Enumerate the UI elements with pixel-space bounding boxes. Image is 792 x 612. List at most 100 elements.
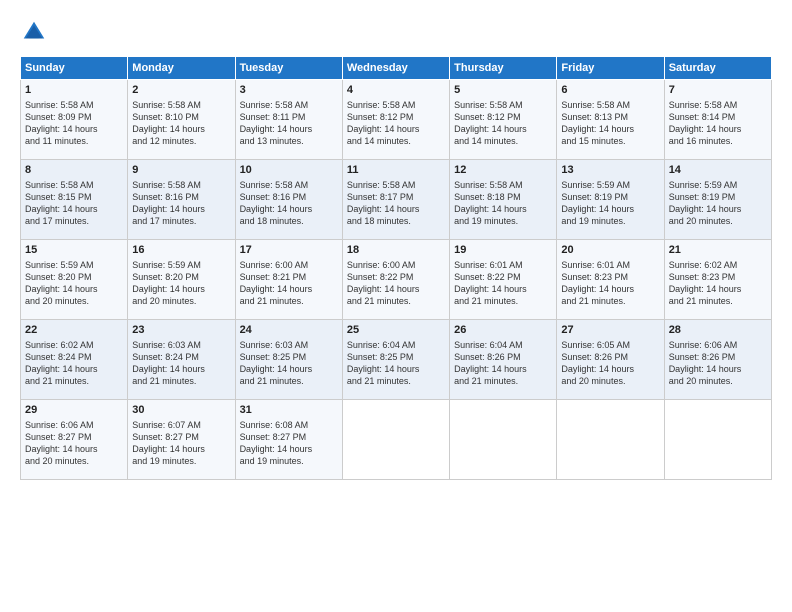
day-cell-11: 11Sunrise: 5:58 AMSunset: 8:17 PMDayligh… xyxy=(342,160,449,240)
day-info-line: Sunset: 8:10 PM xyxy=(132,111,230,123)
day-info-line: Sunset: 8:12 PM xyxy=(454,111,552,123)
day-info-line: Sunset: 8:26 PM xyxy=(669,351,767,363)
day-info-line: Sunrise: 6:01 AM xyxy=(561,259,659,271)
day-cell-8: 8Sunrise: 5:58 AMSunset: 8:15 PMDaylight… xyxy=(21,160,128,240)
day-info-line: and 19 minutes. xyxy=(454,215,552,227)
day-info-line: Sunset: 8:20 PM xyxy=(25,271,123,283)
col-header-friday: Friday xyxy=(557,57,664,80)
day-info-line: Sunrise: 5:58 AM xyxy=(669,99,767,111)
day-info-line: Daylight: 14 hours xyxy=(669,123,767,135)
week-row-2: 8Sunrise: 5:58 AMSunset: 8:15 PMDaylight… xyxy=(21,160,772,240)
day-info-line: Sunset: 8:19 PM xyxy=(561,191,659,203)
day-info-line: Sunrise: 6:02 AM xyxy=(669,259,767,271)
day-info-line: and 20 minutes. xyxy=(25,455,123,467)
day-cell-16: 16Sunrise: 5:59 AMSunset: 8:20 PMDayligh… xyxy=(128,240,235,320)
day-cell-22: 22Sunrise: 6:02 AMSunset: 8:24 PMDayligh… xyxy=(21,320,128,400)
day-info-line: Sunrise: 5:58 AM xyxy=(347,99,445,111)
day-number-18: 18 xyxy=(347,243,445,258)
day-number-7: 7 xyxy=(669,83,767,98)
day-info-line: Sunrise: 6:05 AM xyxy=(561,339,659,351)
day-info-line: and 14 minutes. xyxy=(347,135,445,147)
day-info-line: and 21 minutes. xyxy=(240,295,338,307)
day-info-line: and 19 minutes. xyxy=(240,455,338,467)
day-number-14: 14 xyxy=(669,163,767,178)
day-number-22: 22 xyxy=(25,323,123,338)
day-info-line: Daylight: 14 hours xyxy=(132,443,230,455)
day-info-line: and 12 minutes. xyxy=(132,135,230,147)
day-info-line: Daylight: 14 hours xyxy=(132,283,230,295)
empty-cell xyxy=(557,400,664,480)
day-info-line: Sunset: 8:19 PM xyxy=(669,191,767,203)
day-info-line: Sunrise: 6:02 AM xyxy=(25,339,123,351)
day-info-line: Sunrise: 5:59 AM xyxy=(132,259,230,271)
day-cell-25: 25Sunrise: 6:04 AMSunset: 8:25 PMDayligh… xyxy=(342,320,449,400)
header-row: SundayMondayTuesdayWednesdayThursdayFrid… xyxy=(21,57,772,80)
day-info-line: Sunrise: 5:58 AM xyxy=(25,179,123,191)
day-number-15: 15 xyxy=(25,243,123,258)
day-info-line: and 21 minutes. xyxy=(669,295,767,307)
day-info-line: and 21 minutes. xyxy=(25,375,123,387)
day-number-25: 25 xyxy=(347,323,445,338)
day-info-line: Sunrise: 5:58 AM xyxy=(561,99,659,111)
day-info-line: Daylight: 14 hours xyxy=(454,283,552,295)
week-row-4: 22Sunrise: 6:02 AMSunset: 8:24 PMDayligh… xyxy=(21,320,772,400)
day-cell-18: 18Sunrise: 6:00 AMSunset: 8:22 PMDayligh… xyxy=(342,240,449,320)
day-info-line: Sunset: 8:18 PM xyxy=(454,191,552,203)
day-cell-24: 24Sunrise: 6:03 AMSunset: 8:25 PMDayligh… xyxy=(235,320,342,400)
week-row-1: 1Sunrise: 5:58 AMSunset: 8:09 PMDaylight… xyxy=(21,80,772,160)
day-info-line: and 21 minutes. xyxy=(132,375,230,387)
day-cell-20: 20Sunrise: 6:01 AMSunset: 8:23 PMDayligh… xyxy=(557,240,664,320)
day-info-line: and 14 minutes. xyxy=(454,135,552,147)
day-cell-28: 28Sunrise: 6:06 AMSunset: 8:26 PMDayligh… xyxy=(664,320,771,400)
day-info-line: Daylight: 14 hours xyxy=(347,203,445,215)
day-number-19: 19 xyxy=(454,243,552,258)
day-info-line: and 21 minutes. xyxy=(454,295,552,307)
day-info-line: and 15 minutes. xyxy=(561,135,659,147)
day-info-line: Sunrise: 6:04 AM xyxy=(347,339,445,351)
day-info-line: Sunset: 8:12 PM xyxy=(347,111,445,123)
day-info-line: and 17 minutes. xyxy=(132,215,230,227)
day-info-line: Sunrise: 6:04 AM xyxy=(454,339,552,351)
day-info-line: and 18 minutes. xyxy=(240,215,338,227)
day-info-line: and 13 minutes. xyxy=(240,135,338,147)
day-info-line: Sunset: 8:25 PM xyxy=(347,351,445,363)
day-info-line: Daylight: 14 hours xyxy=(132,123,230,135)
day-info-line: and 16 minutes. xyxy=(669,135,767,147)
day-info-line: Sunset: 8:27 PM xyxy=(240,431,338,443)
col-header-monday: Monday xyxy=(128,57,235,80)
week-row-5: 29Sunrise: 6:06 AMSunset: 8:27 PMDayligh… xyxy=(21,400,772,480)
day-info-line: Daylight: 14 hours xyxy=(669,283,767,295)
day-number-20: 20 xyxy=(561,243,659,258)
day-number-13: 13 xyxy=(561,163,659,178)
day-info-line: Sunset: 8:27 PM xyxy=(25,431,123,443)
day-info-line: and 19 minutes. xyxy=(561,215,659,227)
day-info-line: Daylight: 14 hours xyxy=(25,283,123,295)
day-info-line: Daylight: 14 hours xyxy=(132,363,230,375)
page: SundayMondayTuesdayWednesdayThursdayFrid… xyxy=(0,0,792,612)
day-info-line: and 20 minutes. xyxy=(132,295,230,307)
day-info-line: Sunrise: 5:58 AM xyxy=(454,179,552,191)
day-info-line: and 18 minutes. xyxy=(347,215,445,227)
day-info-line: and 21 minutes. xyxy=(347,375,445,387)
col-header-tuesday: Tuesday xyxy=(235,57,342,80)
day-number-30: 30 xyxy=(132,403,230,418)
day-number-29: 29 xyxy=(25,403,123,418)
logo-icon xyxy=(20,18,48,46)
day-cell-15: 15Sunrise: 5:59 AMSunset: 8:20 PMDayligh… xyxy=(21,240,128,320)
day-info-line: Sunrise: 6:00 AM xyxy=(240,259,338,271)
day-info-line: Sunset: 8:23 PM xyxy=(561,271,659,283)
day-cell-17: 17Sunrise: 6:00 AMSunset: 8:21 PMDayligh… xyxy=(235,240,342,320)
day-info-line: and 20 minutes. xyxy=(669,215,767,227)
day-info-line: and 21 minutes. xyxy=(454,375,552,387)
day-cell-23: 23Sunrise: 6:03 AMSunset: 8:24 PMDayligh… xyxy=(128,320,235,400)
day-number-3: 3 xyxy=(240,83,338,98)
header xyxy=(20,18,772,46)
day-cell-30: 30Sunrise: 6:07 AMSunset: 8:27 PMDayligh… xyxy=(128,400,235,480)
day-cell-13: 13Sunrise: 5:59 AMSunset: 8:19 PMDayligh… xyxy=(557,160,664,240)
day-number-2: 2 xyxy=(132,83,230,98)
day-info-line: and 21 minutes. xyxy=(240,375,338,387)
day-info-line: Sunrise: 5:58 AM xyxy=(25,99,123,111)
day-number-11: 11 xyxy=(347,163,445,178)
day-cell-7: 7Sunrise: 5:58 AMSunset: 8:14 PMDaylight… xyxy=(664,80,771,160)
day-number-10: 10 xyxy=(240,163,338,178)
